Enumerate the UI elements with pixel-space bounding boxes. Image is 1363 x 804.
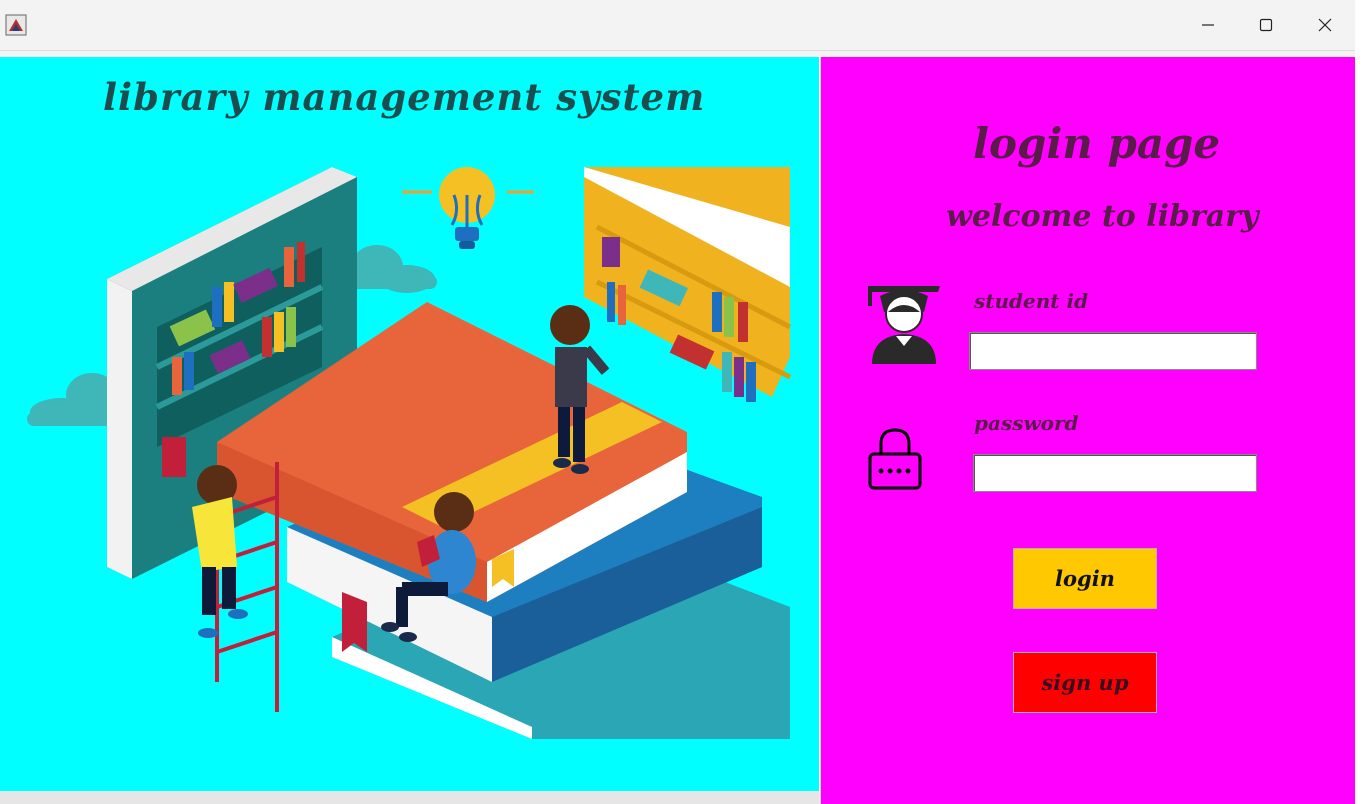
- login-heading: login page: [973, 119, 1221, 168]
- title-bar: [0, 0, 1356, 51]
- cloud-middle: [347, 245, 437, 293]
- welcome-text: welcome to library: [946, 199, 1259, 234]
- login-button[interactable]: login: [1013, 548, 1157, 609]
- minimize-button[interactable]: [1179, 0, 1237, 50]
- login-panel: login page welcome to library student id…: [820, 57, 1356, 804]
- close-icon: [1318, 18, 1332, 32]
- minimize-icon: [1202, 24, 1214, 26]
- window-bottom-edge: [0, 791, 819, 804]
- window-right-edge: [1355, 0, 1363, 804]
- student-id-input[interactable]: [969, 332, 1257, 370]
- maximize-button[interactable]: [1237, 0, 1295, 50]
- signup-button[interactable]: sign up: [1013, 652, 1157, 713]
- graduate-student-icon: [868, 286, 940, 364]
- app-title: library management system: [103, 75, 706, 119]
- java-app-icon: [5, 14, 27, 36]
- signup-button-label: sign up: [1041, 670, 1129, 695]
- right-bookshelf: [584, 167, 792, 402]
- maximize-icon: [1259, 18, 1273, 32]
- password-input[interactable]: [973, 454, 1257, 492]
- student-id-label: student id: [974, 289, 1089, 313]
- lock-icon: [868, 428, 922, 490]
- password-label: password: [974, 411, 1079, 435]
- left-panel: library management system: [0, 57, 819, 791]
- library-illustration: [27, 167, 792, 739]
- login-button-label: login: [1055, 566, 1115, 591]
- lightbulb-icon: [402, 167, 534, 249]
- close-button[interactable]: [1296, 0, 1354, 50]
